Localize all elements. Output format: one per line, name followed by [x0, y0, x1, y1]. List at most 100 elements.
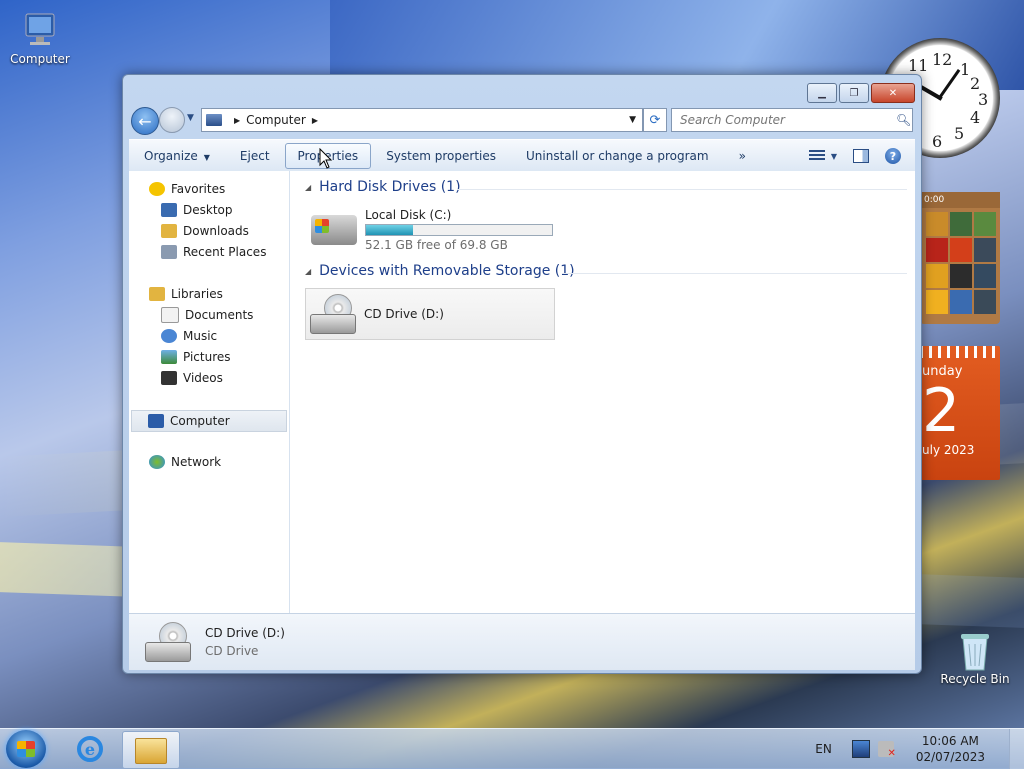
breadcrumb-separator-icon[interactable]: ▶ [312, 116, 318, 125]
network-icon [149, 455, 165, 469]
puzzle-tile[interactable] [974, 264, 996, 288]
windows-logo-icon [17, 741, 35, 757]
drive-local-disk-c[interactable]: Local Disk (C:) 52.1 GB free of 69.8 GB [307, 207, 567, 253]
calendar-rings [920, 346, 1000, 358]
nav-videos[interactable]: Videos [161, 368, 223, 388]
forward-button[interactable] [159, 107, 185, 133]
desktop-recycle-bin-icon[interactable]: Recycle Bin [935, 630, 1015, 686]
nav-downloads[interactable]: Downloads [161, 221, 249, 241]
close-button[interactable]: ✕ [871, 83, 915, 103]
nav-desktop[interactable]: Desktop [161, 200, 233, 220]
volume-muted-icon[interactable]: ✕ [877, 741, 896, 759]
computer-icon [206, 114, 222, 126]
search-icon[interactable]: 🔍︎ [896, 113, 911, 127]
drive-cd-d[interactable]: CD Drive (D:) [305, 288, 555, 340]
view-options-chevron-icon[interactable]: ▼ [831, 152, 837, 161]
maximize-button[interactable]: ❐ [839, 83, 869, 103]
nav-label: Pictures [183, 350, 231, 364]
puzzle-tile[interactable] [974, 290, 996, 314]
network-status-icon[interactable] [851, 740, 870, 758]
explorer-window[interactable]: ▁ ❐ ✕ ← ▼ ▶ Computer ▶ ▼ ⟳ 🔍︎ Organize▼ … [122, 74, 922, 674]
drive-name: CD Drive (D:) [364, 307, 444, 321]
organize-button[interactable]: Organize ▼ [129, 144, 225, 168]
desktop-icon-label: Recycle Bin [940, 672, 1010, 686]
group-divider [563, 273, 907, 274]
nav-label: Recent Places [183, 245, 267, 259]
restore-icon: ❐ [849, 87, 859, 99]
desktop-computer-icon[interactable]: Computer [0, 10, 80, 66]
puzzle-tile[interactable] [926, 264, 948, 288]
puzzle-tile[interactable] [950, 290, 972, 314]
collapse-triangle-icon[interactable]: ◢ [305, 183, 311, 192]
change-view-icon[interactable] [808, 150, 825, 162]
pictures-icon [161, 350, 177, 364]
address-dropdown-icon[interactable]: ▼ [629, 115, 636, 125]
preview-pane-icon[interactable] [853, 149, 869, 163]
puzzle-tile[interactable] [926, 238, 948, 262]
show-desktop-button[interactable] [1009, 729, 1024, 769]
taskbar-windows-explorer[interactable] [122, 731, 180, 769]
calendar-date: 2 [922, 376, 961, 446]
search-input[interactable] [678, 112, 892, 128]
nav-favorites[interactable]: Favorites [149, 179, 225, 199]
help-icon[interactable]: ? [885, 148, 901, 164]
address-bar[interactable]: ▶ Computer ▶ ▼ [201, 108, 643, 132]
nav-computer[interactable]: Computer [131, 410, 287, 432]
nav-pictures[interactable]: Pictures [161, 347, 231, 367]
calendar-gadget[interactable]: unday 2 uly 2023 [920, 346, 1000, 480]
breadcrumb-computer[interactable]: Computer [246, 113, 306, 127]
puzzle-tile[interactable] [950, 212, 972, 236]
taskbar: e EN ✕ 10:06 AM 02/07/2023 [0, 728, 1024, 769]
disk-usage-fill [366, 225, 414, 235]
taskbar-clock[interactable]: 10:06 AM 02/07/2023 [916, 733, 985, 765]
folder-icon [135, 738, 167, 764]
recycle-bin-icon [955, 630, 995, 671]
system-properties-button[interactable]: System properties [371, 144, 511, 168]
start-button[interactable] [6, 730, 46, 768]
group-header-removable-storage[interactable]: ◢ Devices with Removable Storage (1) [305, 263, 575, 279]
collapse-triangle-icon[interactable]: ◢ [305, 267, 311, 276]
star-icon [149, 182, 165, 196]
more-commands-button[interactable]: » [724, 144, 761, 168]
puzzle-tile[interactable] [974, 212, 996, 236]
navigation-bar: ← ▼ ▶ Computer ▶ ▼ ⟳ 🔍︎ [131, 107, 913, 135]
minimize-button[interactable]: ▁ [807, 83, 837, 103]
nav-documents[interactable]: Documents [161, 305, 253, 325]
cd-drive-icon [310, 294, 356, 334]
puzzle-tile[interactable] [950, 264, 972, 288]
computer-icon [20, 10, 60, 50]
refresh-button[interactable]: ⟳ [643, 108, 667, 132]
nav-label: Network [171, 455, 222, 469]
disk-usage-bar [365, 224, 553, 236]
language-indicator[interactable]: EN [815, 742, 832, 756]
clock-minute-hand [937, 69, 961, 101]
puzzle-tile[interactable] [950, 238, 972, 262]
group-header-hard-disk-drives[interactable]: ◢ Hard Disk Drives (1) [305, 179, 461, 195]
nav-recent-places[interactable]: Recent Places [161, 242, 266, 262]
desktop-icon-label: Computer [10, 52, 70, 66]
taskbar-internet-explorer[interactable]: e [62, 731, 118, 767]
desktop-icon [161, 203, 177, 217]
puzzle-tile[interactable] [926, 212, 948, 236]
drive-tray-icon [145, 642, 191, 662]
back-button[interactable]: ← [131, 107, 159, 135]
puzzle-tile[interactable] [974, 238, 996, 262]
eject-button[interactable]: Eject [225, 144, 285, 168]
organize-label: Organize [144, 149, 198, 163]
breadcrumb-separator-icon[interactable]: ▶ [234, 116, 240, 125]
navigation-pane: Favorites Desktop Downloads Recent Place… [129, 171, 290, 613]
puzzle-tile[interactable] [926, 290, 948, 314]
nav-music[interactable]: Music [161, 326, 217, 346]
minimize-icon: ▁ [818, 87, 826, 99]
uninstall-program-button[interactable]: Uninstall or change a program [511, 144, 724, 168]
nav-libraries[interactable]: Libraries [149, 284, 223, 304]
recent-pages-dropdown[interactable]: ▼ [187, 113, 194, 123]
downloads-folder-icon [161, 224, 177, 238]
search-box[interactable]: 🔍︎ [671, 108, 913, 132]
nav-network[interactable]: Network [149, 452, 221, 472]
clock-number: 6 [932, 132, 943, 151]
group-divider [457, 189, 907, 190]
details-pane: CD Drive (D:) CD Drive [129, 613, 915, 670]
picture-puzzle-gadget[interactable]: 0:00 [920, 192, 1000, 324]
clock-number: 11 [908, 56, 929, 75]
